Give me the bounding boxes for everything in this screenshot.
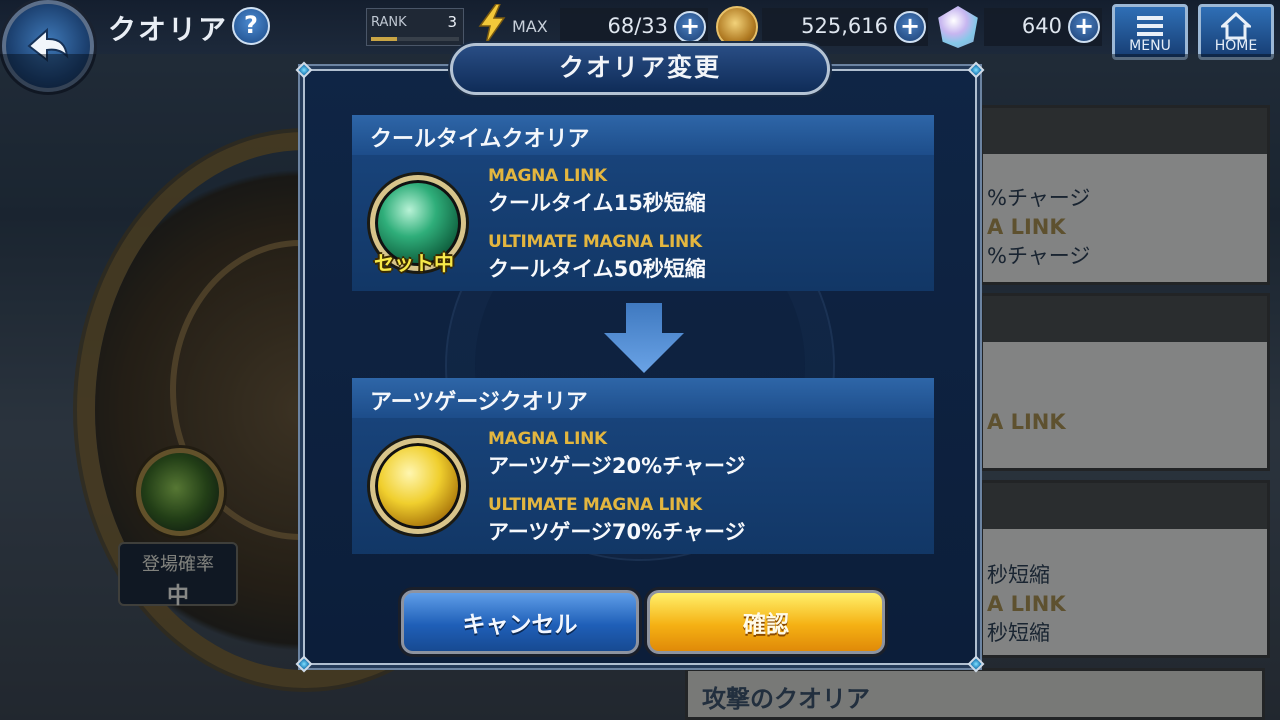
down-arrow-icon — [604, 303, 684, 373]
rank-progress-bar — [371, 37, 459, 41]
coin-icon — [716, 6, 758, 48]
gem-icon — [938, 6, 978, 48]
gems-value: 640 — [1021, 14, 1062, 38]
effect-label: ULTIMATE MAGNA LINK — [488, 232, 702, 252]
effect-text: アーツゲージ70%チャージ — [488, 520, 746, 544]
new-qualia-card: アーツゲージクオリア MAGNA LINK アーツゲージ20%チャージ ULTI… — [352, 378, 934, 554]
cancel-button[interactable]: キャンセル — [401, 590, 639, 654]
current-qualia-name: クールタイムクオリア — [352, 115, 934, 155]
effect-block: ULTIMATE MAGNA LINK クールタイム50秒短縮 — [488, 232, 706, 283]
menu-label: MENU — [1129, 38, 1171, 54]
rank-value: 3 — [447, 13, 457, 31]
effect-label: MAGNA LINK — [488, 429, 607, 449]
new-qualia-body: MAGNA LINK アーツゲージ20%チャージ ULTIMATE MAGNA … — [352, 418, 934, 554]
qualia-change-dialog: クオリア変更 クールタイムクオリア セット中 MAGNA LINK クールタイム… — [295, 43, 985, 673]
rank-progress-fill — [371, 37, 398, 41]
cancel-button-label: キャンセル — [462, 612, 578, 638]
page-title: クオリア — [108, 13, 229, 46]
coins-display: 525,616 + — [762, 8, 928, 46]
home-label: HOME — [1214, 38, 1258, 54]
confirm-button[interactable]: 確認 — [647, 590, 885, 654]
effect-block: ULTIMATE MAGNA LINK アーツゲージ70%チャージ — [488, 495, 746, 546]
new-qualia-name: アーツゲージクオリア — [352, 378, 934, 418]
menu-button[interactable]: MENU — [1112, 4, 1188, 60]
arts-gauge-qualia-orb-icon — [370, 438, 466, 534]
confirm-button-label: 確認 — [743, 612, 789, 638]
hamburger-icon — [1137, 16, 1163, 36]
current-qualia-body: セット中 MAGNA LINK クールタイム15秒短縮 ULTIMATE MAG… — [352, 155, 934, 291]
effect-block: MAGNA LINK クールタイム15秒短縮 — [488, 166, 706, 217]
help-button[interactable]: ? — [232, 7, 270, 45]
lightning-icon — [478, 4, 506, 44]
coins-value: 525,616 — [801, 14, 888, 38]
home-icon — [1221, 12, 1251, 40]
effect-label: ULTIMATE MAGNA LINK — [488, 495, 702, 515]
rank-display: RANK 3 — [366, 8, 464, 46]
effect-text: クールタイム50秒短縮 — [488, 257, 706, 281]
stamina-display: 68/33 + — [560, 8, 708, 46]
effect-text: クールタイム15秒短縮 — [488, 191, 706, 215]
home-button[interactable]: HOME — [1198, 4, 1274, 60]
equipped-badge: セット中 — [374, 251, 454, 275]
dialog-title-banner: クオリア変更 — [450, 43, 830, 95]
effect-block: MAGNA LINK アーツゲージ20%チャージ — [488, 429, 746, 480]
add-stamina-button[interactable]: + — [674, 11, 706, 43]
effect-text: アーツゲージ20%チャージ — [488, 454, 746, 478]
stamina-value: 68/33 — [607, 14, 668, 38]
rank-label: RANK — [371, 15, 407, 30]
current-qualia-card: クールタイムクオリア セット中 MAGNA LINK クールタイム15秒短縮 U… — [352, 115, 934, 291]
add-coins-button[interactable]: + — [894, 11, 926, 43]
add-gems-button[interactable]: + — [1068, 11, 1100, 43]
dialog-title: クオリア変更 — [558, 53, 721, 82]
effect-label: MAGNA LINK — [488, 166, 607, 186]
gems-display: 640 + — [984, 8, 1102, 46]
stamina-max-label: MAX — [512, 17, 548, 36]
